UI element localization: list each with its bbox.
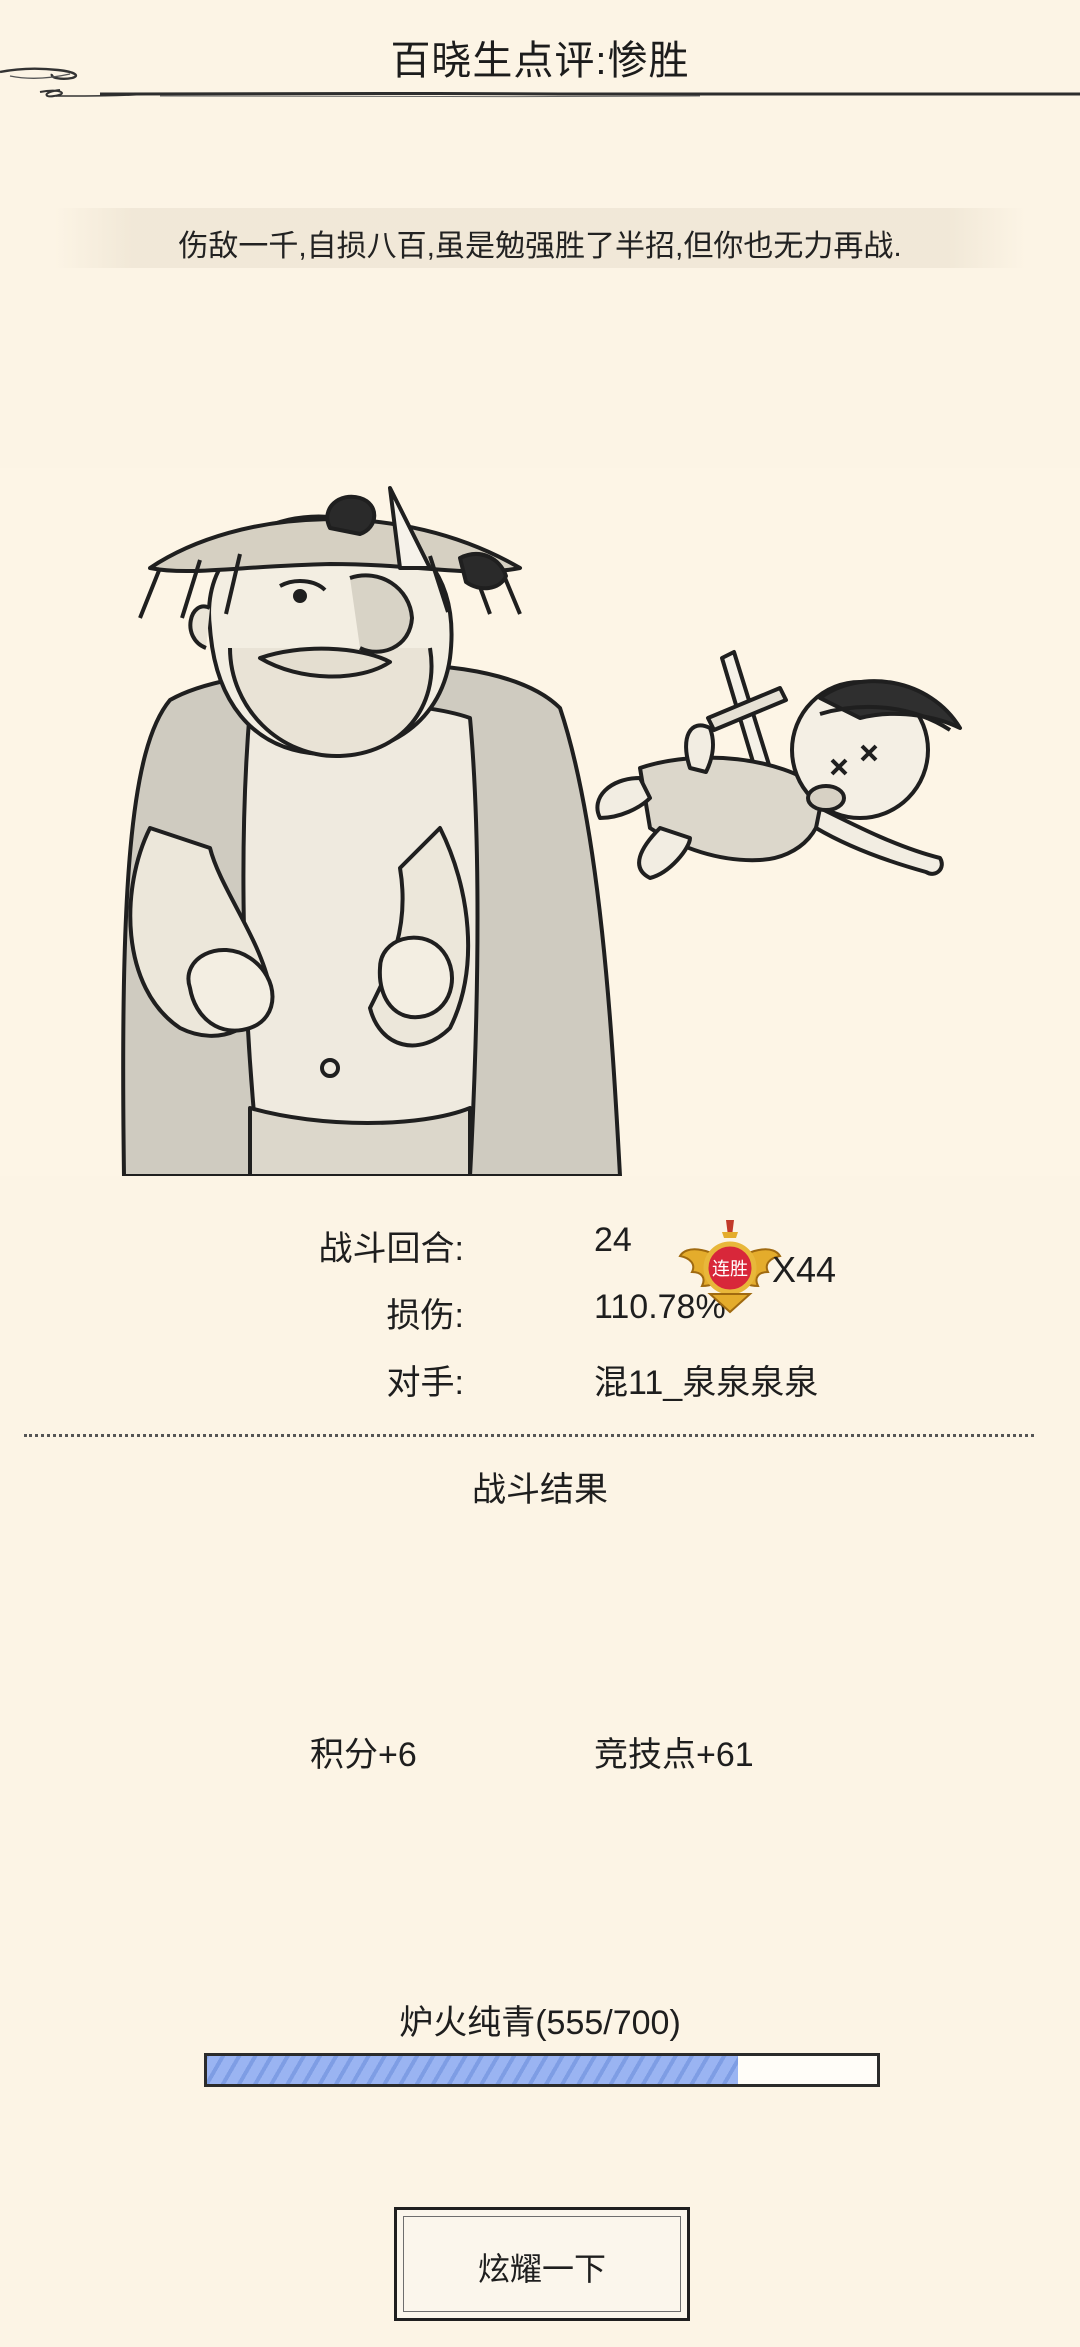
reward-points: 积分+6 xyxy=(310,1736,417,1774)
winged-streak-badge-icon: 连胜 xyxy=(678,1220,782,1314)
rounds-value: 24 xyxy=(594,1221,632,1259)
rounds-label: 战斗回合: xyxy=(318,1230,464,1268)
mastery-progress-fill xyxy=(207,2056,739,2084)
mastery-progress-label: 炉火纯青(555/700) xyxy=(399,2004,681,2042)
review-comment: 伤敌一千,自损八百,虽是勉强胜了半招,但你也无力再战. xyxy=(178,230,902,263)
opponent-label: 对手: xyxy=(386,1364,464,1402)
dotted-divider xyxy=(24,1434,1034,1437)
mastery-progress-bar xyxy=(204,2053,880,2087)
streak-count: X44 xyxy=(772,1249,837,1290)
brush-divider xyxy=(0,67,1080,98)
streak-badge-text: 连胜 xyxy=(712,1259,748,1280)
show-off-button-label: 炫耀一下 xyxy=(477,2251,606,2287)
result-title: 战斗结果 xyxy=(472,1471,608,1509)
show-off-button[interactable]: 炫耀一下 xyxy=(394,2207,690,2321)
damage-label: 损伤: xyxy=(386,1297,464,1335)
reward-arena-points: 竞技点+61 xyxy=(594,1736,754,1774)
opponent-value: 混11_泉泉泉泉 xyxy=(594,1364,819,1402)
header: 百晓生点评:惨胜 xyxy=(0,0,1080,120)
battle-illustration xyxy=(0,468,1080,1176)
